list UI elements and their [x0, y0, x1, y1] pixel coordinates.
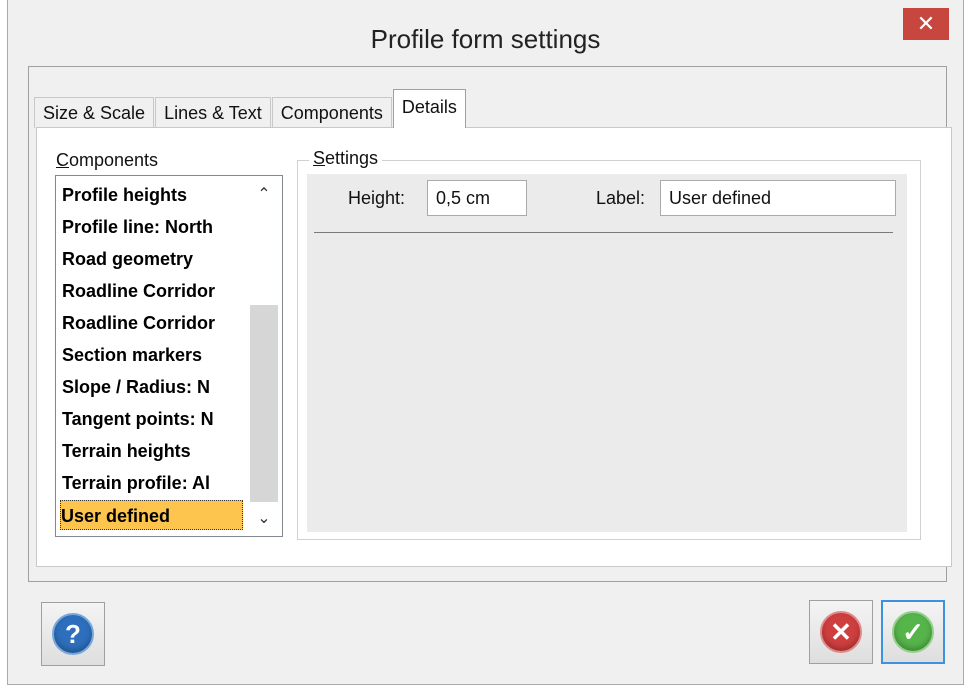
- list-item[interactable]: Slope / Radius: N: [62, 372, 242, 402]
- list-item[interactable]: Profile line: North: [62, 212, 242, 242]
- list-item[interactable]: Terrain heights: [62, 436, 242, 466]
- help-icon: ?: [52, 613, 94, 655]
- settings-label: Settings: [309, 148, 383, 169]
- label-label: Label:: [596, 188, 646, 208]
- list-item[interactable]: Section markers: [62, 340, 242, 370]
- scroll-up-icon[interactable]: ⌃: [248, 180, 280, 208]
- components-label-rest: omponents: [69, 150, 159, 170]
- label-input[interactable]: User defined: [660, 180, 896, 216]
- ok-button[interactable]: ✓: [881, 600, 945, 664]
- list-item[interactable]: Tangent points: N: [62, 404, 242, 434]
- height-label: Height:: [348, 188, 406, 208]
- tab-size-scale[interactable]: Size & Scale: [34, 97, 155, 128]
- checkmark-icon: ✓: [892, 611, 934, 653]
- components-listbox[interactable]: Profile heights Profile line: North Road…: [55, 175, 283, 537]
- cancel-icon: ✕: [820, 611, 862, 653]
- tab-details[interactable]: Details: [392, 89, 466, 128]
- height-input[interactable]: 0,5 cm: [427, 180, 527, 216]
- dialog-title: Profile form settings: [370, 24, 601, 54]
- settings-area: [307, 174, 907, 532]
- scroll-down-icon[interactable]: ⌄: [248, 504, 280, 532]
- close-icon: ✕: [916, 11, 936, 36]
- settings-label-rest: ettings: [325, 148, 379, 168]
- tab-strip: Size & Scale Lines & Text Components Det…: [34, 89, 467, 128]
- title-bar: Profile form settings ✕: [8, 0, 963, 72]
- tab-lines-text[interactable]: Lines & Text: [155, 97, 271, 128]
- close-button[interactable]: ✕: [903, 8, 949, 40]
- tab-components[interactable]: Components: [271, 97, 392, 128]
- help-button[interactable]: ?: [41, 602, 105, 666]
- list-item[interactable]: Roadline Corridor: [62, 308, 242, 338]
- list-scrollbar[interactable]: ⌃ ⌄: [248, 178, 280, 532]
- settings-divider: [314, 232, 893, 233]
- scroll-thumb[interactable]: [250, 305, 278, 502]
- cancel-button[interactable]: ✕: [809, 600, 873, 664]
- list-item-selected[interactable]: User defined: [60, 500, 243, 530]
- list-item[interactable]: Terrain profile: Al: [62, 468, 242, 498]
- list-item[interactable]: Road geometry: [62, 244, 242, 274]
- list-item[interactable]: Roadline Corridor: [62, 276, 242, 306]
- components-label: Components: [56, 150, 159, 170]
- list-item[interactable]: Profile heights: [62, 180, 242, 210]
